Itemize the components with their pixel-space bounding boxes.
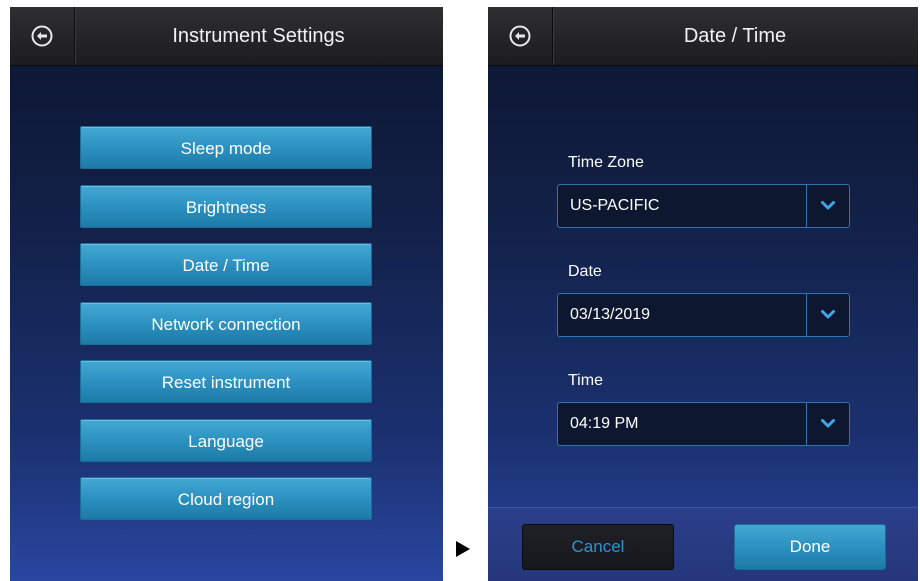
time-zone-dropdown[interactable]: US-PACIFIC xyxy=(557,184,850,228)
reset-instrument-button[interactable]: Reset instrument xyxy=(80,360,372,403)
chevron-down-icon xyxy=(821,201,835,210)
date-time-screen: Date / Time Time Zone US-PACIFIC Date 03… xyxy=(488,7,918,581)
time-label: Time xyxy=(568,372,603,389)
brightness-button[interactable]: Brightness xyxy=(80,185,372,228)
title-bar: Instrument Settings xyxy=(10,7,443,66)
date-value: 03/13/2019 xyxy=(570,306,651,323)
back-arrow-circle-icon xyxy=(31,25,53,47)
back-button[interactable] xyxy=(10,7,75,65)
cancel-button[interactable]: Cancel xyxy=(522,524,674,570)
time-dropdown[interactable]: 04:19 PM xyxy=(557,402,850,446)
date-dropdown-toggle[interactable] xyxy=(806,294,849,336)
play-triangle-icon xyxy=(456,541,470,557)
date-time-button[interactable]: Date / Time xyxy=(80,243,372,286)
done-button[interactable]: Done xyxy=(734,524,886,570)
time-zone-label: Time Zone xyxy=(568,154,644,171)
cloud-region-button[interactable]: Cloud region xyxy=(80,477,372,520)
instrument-settings-screen: Instrument Settings Sleep mode Brightnes… xyxy=(10,7,443,581)
chevron-down-icon xyxy=(821,310,835,319)
page-title: Instrument Settings xyxy=(172,25,345,47)
back-arrow-circle-icon xyxy=(509,25,531,47)
date-label: Date xyxy=(568,263,602,280)
sleep-mode-button[interactable]: Sleep mode xyxy=(80,126,372,169)
time-value: 04:19 PM xyxy=(570,415,639,432)
time-dropdown-toggle[interactable] xyxy=(806,403,849,445)
title-bar: Date / Time xyxy=(488,7,918,66)
network-connection-button[interactable]: Network connection xyxy=(80,302,372,345)
language-button[interactable]: Language xyxy=(80,419,372,462)
back-button[interactable] xyxy=(488,7,553,65)
action-bar: Cancel Done xyxy=(488,507,918,581)
time-zone-value: US-PACIFIC xyxy=(570,197,660,214)
time-zone-dropdown-toggle[interactable] xyxy=(806,185,849,227)
date-dropdown[interactable]: 03/13/2019 xyxy=(557,293,850,337)
page-title: Date / Time xyxy=(683,25,787,47)
chevron-down-icon xyxy=(821,419,835,428)
